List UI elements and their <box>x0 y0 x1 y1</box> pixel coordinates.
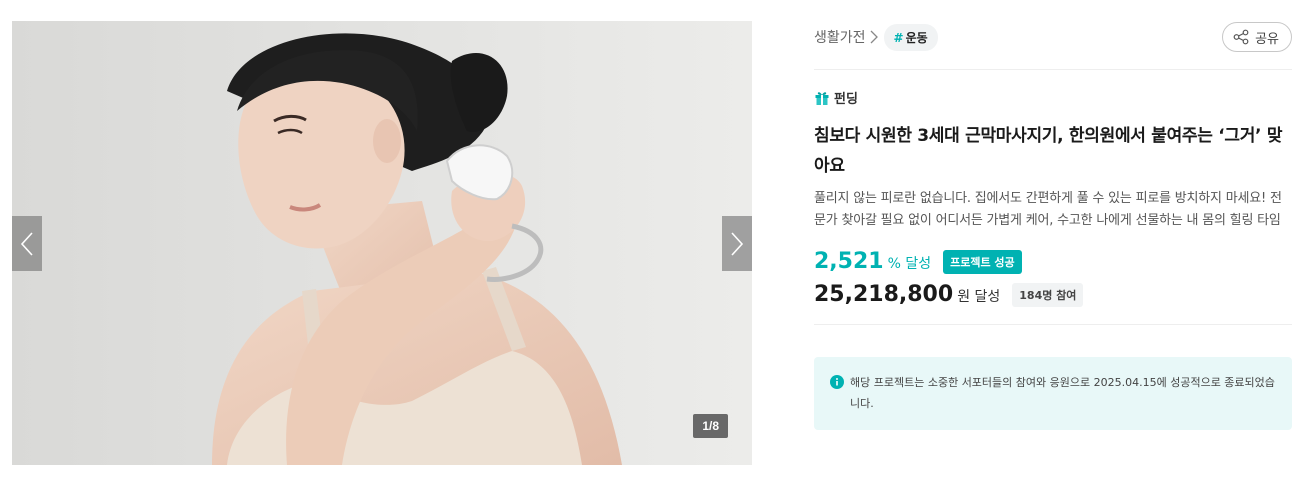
share-button[interactable]: 공유 <box>1222 22 1292 52</box>
funding-amount: 25,218,800 원 달성 184명 참여 <box>814 282 1292 307</box>
project-kind: 펀딩 <box>814 88 1292 107</box>
notice-text: 해당 프로젝트는 소중한 서포터들의 참여와 응원으로 2025.04.15에 … <box>850 376 1275 410</box>
breadcrumb-category-link[interactable]: 생활가전 <box>814 27 884 47</box>
tag-label: 운동 <box>905 30 928 45</box>
chevron-right-icon <box>870 30 878 44</box>
divider <box>814 324 1292 325</box>
info-icon <box>830 375 844 389</box>
achievement-rate-value: 2,521 <box>814 249 884 274</box>
divider <box>814 69 1292 70</box>
chevron-left-icon <box>20 231 33 256</box>
project-title: 침보다 시원한 3세대 근막마사지기, 한의원에서 붙여주는 ‘그거’ 맞아요 <box>814 126 1283 176</box>
share-label: 공유 <box>1255 31 1279 47</box>
chevron-right-icon <box>731 231 744 256</box>
product-image-gallery[interactable]: 1/8 <box>12 21 752 465</box>
image-counter: 1/8 <box>693 414 728 438</box>
status-badge: 프로젝트 성공 <box>943 249 1022 274</box>
breadcrumb: 생활가전 # 운동 공유 <box>814 21 1292 53</box>
participants-badge: 184명 참여 <box>1012 282 1084 307</box>
gallery-prev-button[interactable] <box>12 216 42 271</box>
tag-chip[interactable]: # 운동 <box>883 23 938 51</box>
product-photo <box>12 21 752 465</box>
gift-icon <box>815 91 829 105</box>
tag-hash: # <box>893 30 904 45</box>
achievement-rate-unit: % 달성 <box>887 256 932 272</box>
funding-amount-unit: 원 달성 <box>957 289 1001 305</box>
project-ended-notice: 해당 프로젝트는 소중한 서포터들의 참여와 응원으로 2025.04.15에 … <box>814 357 1292 430</box>
funding-amount-value: 25,218,800 <box>814 282 954 307</box>
breadcrumb-category-label: 생활가전 <box>814 30 866 46</box>
achievement-rate: 2,521 % 달성 프로젝트 성공 <box>814 249 1292 274</box>
gallery-next-button[interactable] <box>722 216 752 271</box>
project-kind-label: 펀딩 <box>834 92 858 107</box>
project-description: 풀리지 않는 피로란 없습니다. 집에서도 간편하게 풀 수 있는 피로를 방치… <box>814 191 1282 228</box>
project-info-panel: 생활가전 # 운동 공유 펀딩 침보다 시원한 3세대 근막마사지기, 한의원에… <box>814 21 1292 430</box>
share-icon <box>1233 29 1249 45</box>
